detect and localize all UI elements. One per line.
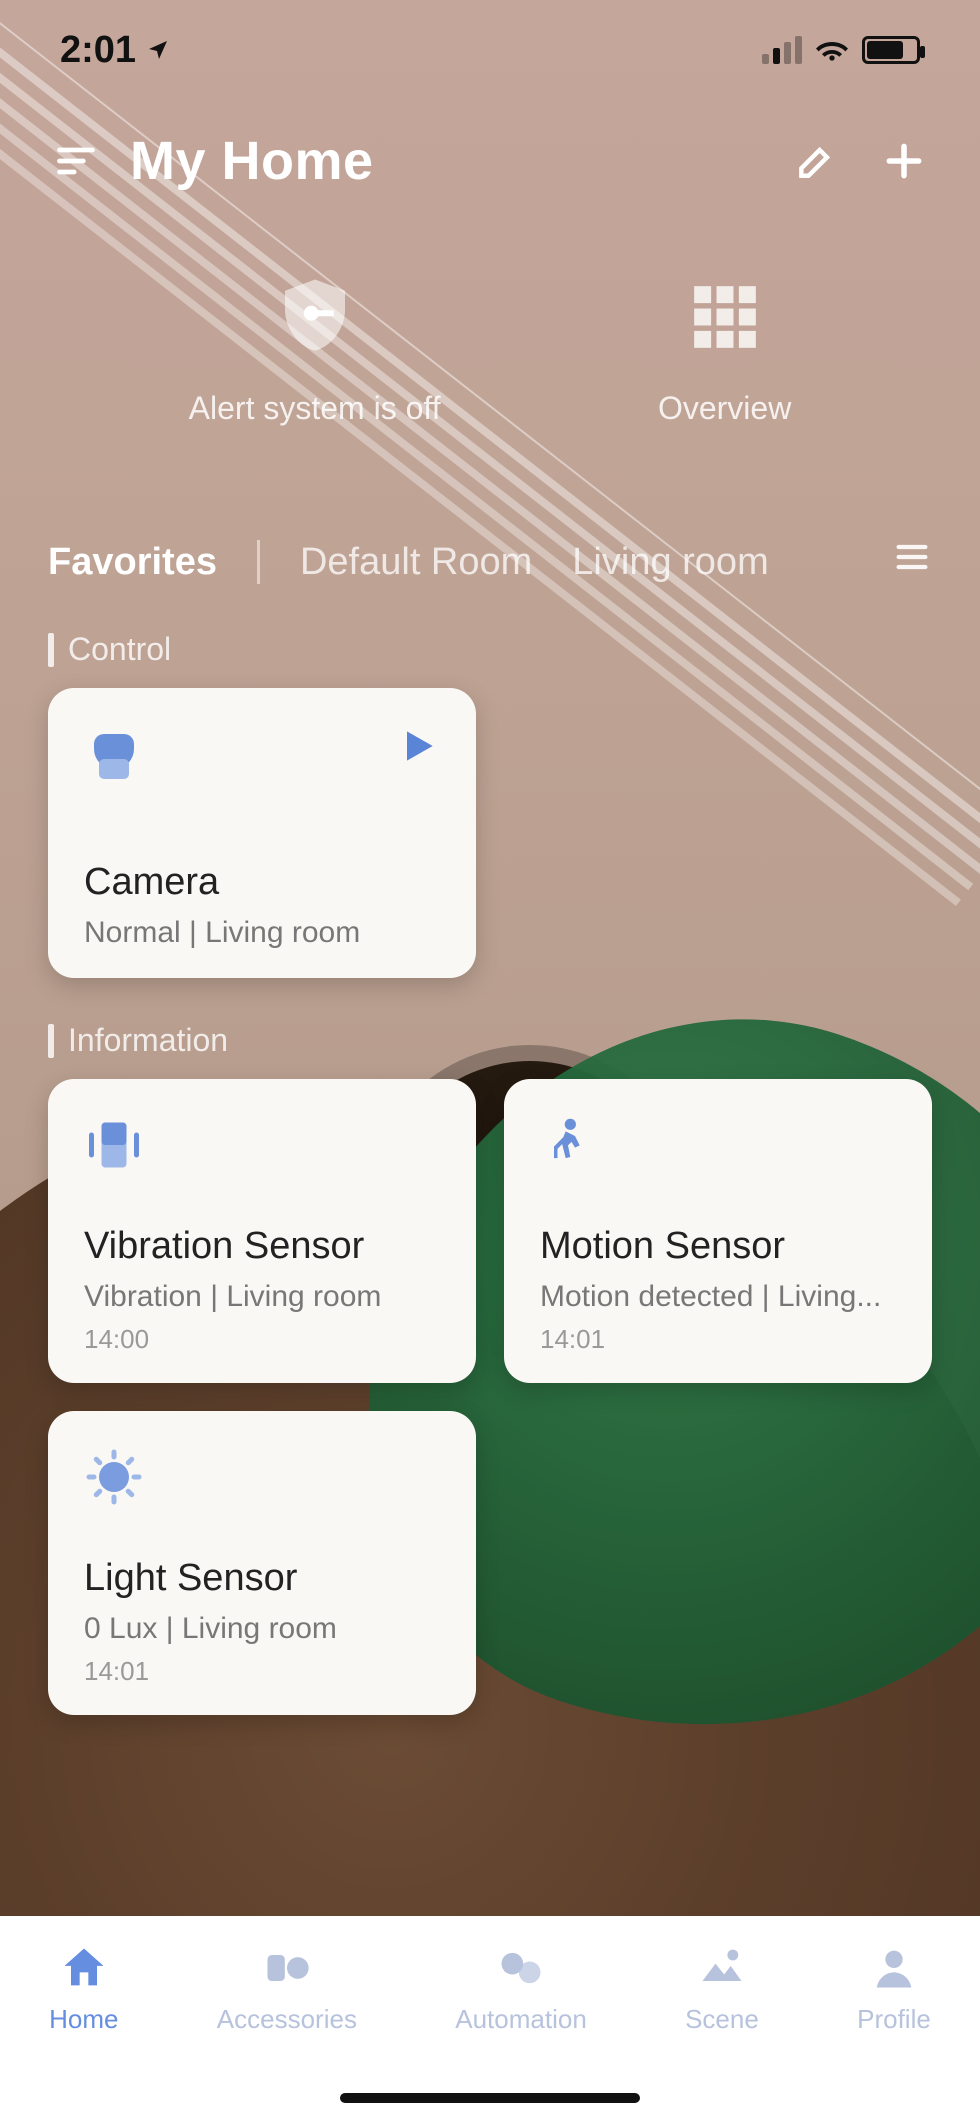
card-timestamp: 14:01: [540, 1324, 896, 1355]
wifi-icon: [816, 34, 848, 66]
rooms-menu-button[interactable]: [892, 537, 932, 587]
alert-system-button[interactable]: Alert system is off: [189, 272, 441, 427]
nav-home[interactable]: Home: [49, 1942, 118, 2035]
light-sensor-icon: [84, 1447, 148, 1511]
add-button[interactable]: [876, 133, 932, 189]
card-title: Vibration Sensor: [84, 1225, 440, 1268]
tab-living-room[interactable]: Living room: [572, 541, 768, 584]
overview-label: Overview: [658, 390, 791, 427]
device-card-camera[interactable]: Camera Normal | Living room: [48, 688, 476, 978]
device-card-motion[interactable]: Motion Sensor Motion detected | Living..…: [504, 1079, 932, 1383]
home-indicator[interactable]: [340, 2093, 640, 2103]
tab-divider: [257, 540, 260, 584]
nav-scene[interactable]: Scene: [685, 1942, 759, 2035]
app-header: My Home: [0, 100, 980, 192]
plus-icon: [882, 139, 926, 183]
card-timestamp: 14:00: [84, 1324, 440, 1355]
card-timestamp: 14:01: [84, 1656, 440, 1687]
hamburger-icon: [892, 537, 932, 577]
card-title: Light Sensor: [84, 1557, 440, 1600]
device-card-light[interactable]: Light Sensor 0 Lux | Living room 14:01: [48, 1411, 476, 1715]
nav-profile[interactable]: Profile: [857, 1942, 931, 2035]
nav-label: Automation: [455, 2004, 587, 2035]
menu-icon: [54, 139, 98, 183]
card-subtitle: Vibration | Living room: [84, 1280, 440, 1314]
vibration-icon: [84, 1115, 148, 1179]
nav-label: Scene: [685, 2004, 759, 2035]
menu-button[interactable]: [48, 133, 104, 189]
card-subtitle: Motion detected | Living...: [540, 1280, 896, 1314]
nav-label: Accessories: [217, 2004, 357, 2035]
overview-button[interactable]: Overview: [658, 272, 791, 427]
section-information-label: Information: [68, 1022, 228, 1059]
battery-icon: [862, 36, 920, 64]
scene-icon: [696, 1942, 748, 1994]
profile-icon: [868, 1942, 920, 1994]
nav-accessories[interactable]: Accessories: [217, 1942, 357, 2035]
room-tabs: Favorites Default Room Living room: [0, 537, 980, 587]
card-subtitle: Normal | Living room: [84, 916, 440, 950]
location-icon: [146, 38, 170, 62]
bottom-nav: Home Accessories Automation Scene Profil…: [0, 1916, 980, 2121]
edit-icon: [794, 139, 838, 183]
automation-icon: [495, 1942, 547, 1994]
tab-default-room[interactable]: Default Room: [300, 541, 532, 584]
section-control-label: Control: [68, 631, 171, 668]
edit-button[interactable]: [788, 133, 844, 189]
card-title: Motion Sensor: [540, 1225, 896, 1268]
camera-icon: [84, 724, 148, 788]
tab-favorites[interactable]: Favorites: [48, 541, 217, 584]
nav-automation[interactable]: Automation: [455, 1942, 587, 2035]
page-title: My Home: [130, 130, 374, 192]
section-information: Information: [0, 978, 980, 1079]
device-card-vibration[interactable]: Vibration Sensor Vibration | Living room…: [48, 1079, 476, 1383]
motion-icon: [540, 1115, 604, 1179]
home-icon: [58, 1942, 110, 1994]
play-icon: [396, 724, 440, 768]
play-button[interactable]: [396, 724, 440, 773]
status-time: 2:01: [60, 29, 170, 72]
card-title: Camera: [84, 861, 440, 904]
signal-icon: [762, 36, 802, 64]
status-time-text: 2:01: [60, 29, 136, 72]
shield-icon: [270, 272, 360, 362]
nav-label: Home: [49, 2004, 118, 2035]
status-bar: 2:01: [0, 0, 980, 100]
section-control: Control: [0, 587, 980, 688]
accessories-icon: [261, 1942, 313, 1994]
nav-label: Profile: [857, 2004, 931, 2035]
alert-system-label: Alert system is off: [189, 390, 441, 427]
grid-icon: [680, 272, 770, 362]
card-subtitle: 0 Lux | Living room: [84, 1612, 440, 1646]
